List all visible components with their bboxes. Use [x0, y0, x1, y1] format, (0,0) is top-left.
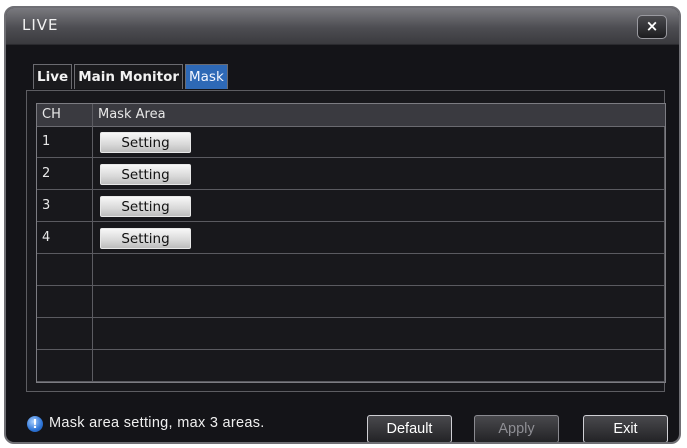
channel-number: 2 — [42, 166, 51, 181]
table-row: 2 Setting — [37, 158, 665, 190]
mask-panel: CH Mask Area 1 Setting 2 Setting 3 Setti… — [26, 90, 666, 392]
window-title: LIVE — [22, 16, 59, 34]
setting-button-ch2[interactable]: Setting — [100, 164, 191, 185]
table-row: 3 Setting — [37, 190, 665, 222]
table-row — [37, 350, 665, 382]
table-row: 1 Setting — [37, 126, 665, 158]
mask-table: CH Mask Area 1 Setting 2 Setting 3 Setti… — [36, 103, 666, 383]
setting-button-ch3[interactable]: Setting — [100, 196, 191, 217]
apply-button[interactable]: Apply — [474, 415, 559, 442]
setting-button-ch1[interactable]: Setting — [100, 132, 191, 153]
status-message: Mask area setting, max 3 areas. — [49, 415, 265, 431]
tab-live[interactable]: Live — [33, 64, 73, 89]
channel-number: 1 — [42, 134, 51, 149]
column-header-mask-area: Mask Area — [98, 107, 166, 122]
table-header: CH Mask Area — [37, 104, 665, 127]
table-row — [37, 318, 665, 350]
channel-number: 3 — [42, 198, 51, 213]
close-icon: × — [645, 17, 659, 35]
tab-mask[interactable]: Mask — [185, 64, 228, 89]
table-row — [37, 254, 665, 286]
setting-button-ch4[interactable]: Setting — [100, 228, 191, 249]
close-button[interactable]: × — [637, 15, 667, 39]
exit-button[interactable]: Exit — [583, 415, 668, 442]
table-row: 4 Setting — [37, 222, 665, 254]
info-icon: ! — [27, 416, 43, 432]
channel-number: 4 — [42, 230, 51, 245]
title-bar[interactable]: LIVE × — [6, 8, 679, 45]
column-header-ch: CH — [42, 107, 61, 122]
tab-bar: Live Main Monitor Mask — [33, 64, 230, 90]
table-row — [37, 286, 665, 318]
tab-main-monitor[interactable]: Main Monitor — [74, 64, 184, 89]
default-button[interactable]: Default — [367, 415, 452, 442]
live-dialog: LIVE × Live Main Monitor Mask CH Mask Ar… — [4, 6, 681, 444]
